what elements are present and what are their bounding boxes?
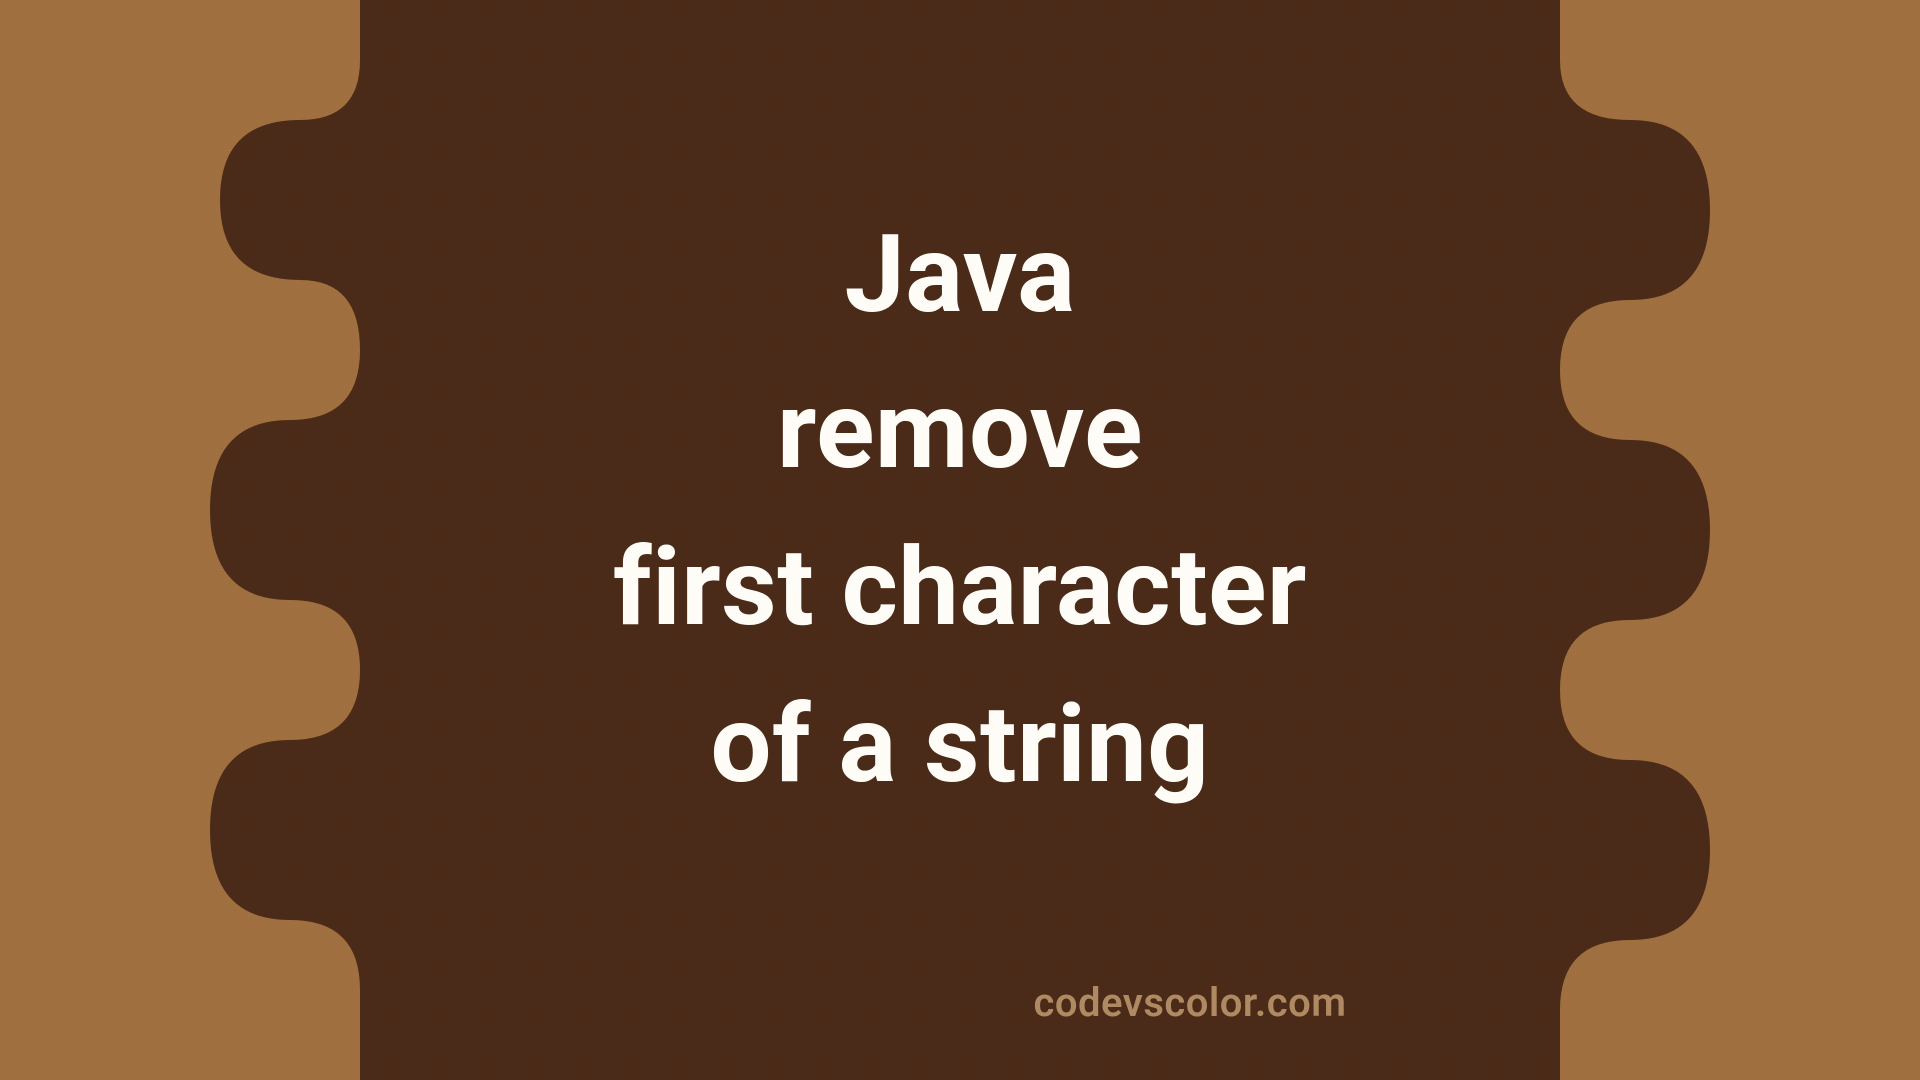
main-title: Java remove first character of a string <box>613 197 1307 823</box>
content-area: Java remove first character of a string <box>0 0 1920 1080</box>
watermark-text: codevscolor.com <box>1033 979 1346 1026</box>
